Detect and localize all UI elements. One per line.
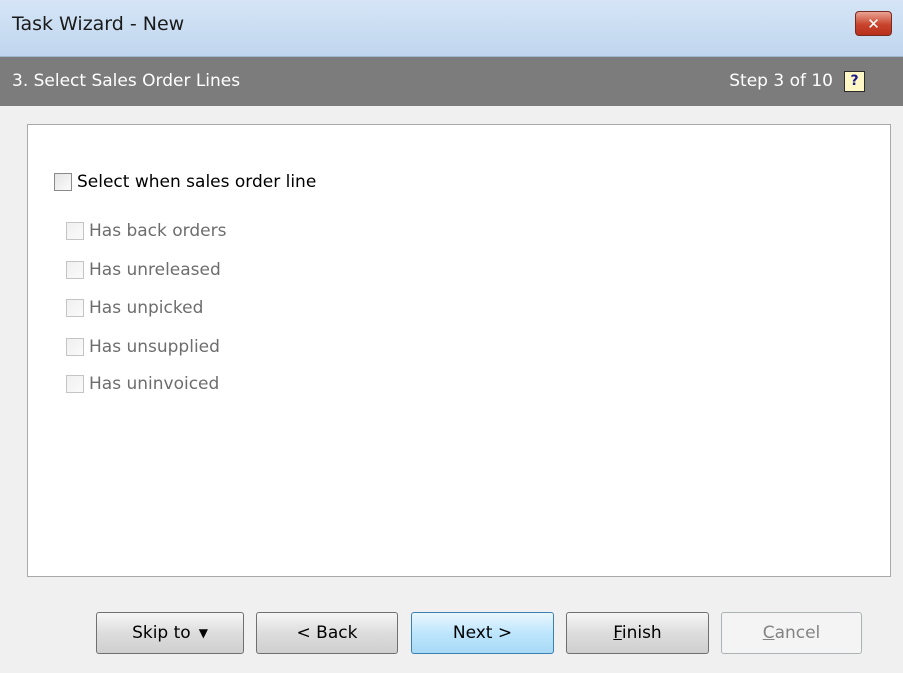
- select-when-sales-order-line-option[interactable]: Select when sales order line: [54, 172, 316, 192]
- has-unpicked-checkbox[interactable]: [66, 299, 84, 317]
- chevron-down-icon: ▼: [198, 626, 208, 640]
- skip-to-button[interactable]: Skip to ▼: [96, 612, 244, 654]
- select-when-sales-order-line-checkbox[interactable]: [54, 173, 72, 191]
- has-unsupplied-checkbox[interactable]: [66, 338, 84, 356]
- finish-button[interactable]: Finish: [566, 612, 709, 654]
- skip-to-label: Skip to: [132, 623, 191, 643]
- next-button[interactable]: Next >: [411, 612, 554, 654]
- select-when-sales-order-line-label: Select when sales order line: [77, 172, 317, 192]
- window-title: Task Wizard - New: [12, 13, 185, 35]
- has-uninvoiced-option[interactable]: Has uninvoiced: [66, 374, 219, 394]
- options-panel: Select when sales order line Has back or…: [27, 124, 891, 577]
- step-counter: Step 3 of 10: [729, 71, 833, 91]
- has-uninvoiced-checkbox[interactable]: [66, 375, 84, 393]
- has-back-orders-checkbox[interactable]: [66, 222, 84, 240]
- close-button[interactable]: ✕: [855, 11, 892, 36]
- close-icon: ✕: [867, 14, 880, 33]
- has-back-orders-label: Has back orders: [89, 221, 227, 241]
- has-unsupplied-label: Has unsupplied: [89, 337, 220, 357]
- help-icon[interactable]: ?: [844, 71, 865, 92]
- cancel-label: Cancel: [762, 623, 821, 643]
- has-unsupplied-option[interactable]: Has unsupplied: [66, 337, 220, 357]
- cancel-button[interactable]: Cancel: [721, 612, 862, 654]
- has-unpicked-label: Has unpicked: [89, 298, 204, 318]
- has-back-orders-option[interactable]: Has back orders: [66, 221, 226, 241]
- has-unreleased-option[interactable]: Has unreleased: [66, 260, 221, 280]
- has-unreleased-checkbox[interactable]: [66, 261, 84, 279]
- has-unreleased-label: Has unreleased: [89, 260, 221, 280]
- has-unpicked-option[interactable]: Has unpicked: [66, 298, 203, 318]
- back-button[interactable]: < Back: [256, 612, 398, 654]
- wizard-step-header: 3. Select Sales Order Lines Step 3 of 10…: [0, 57, 903, 106]
- has-uninvoiced-label: Has uninvoiced: [89, 374, 220, 394]
- back-label: < Back: [296, 623, 358, 643]
- title-bar: Task Wizard - New ✕: [0, 0, 903, 57]
- step-title: 3. Select Sales Order Lines: [12, 71, 241, 91]
- finish-label: Finish: [613, 623, 662, 643]
- next-label: Next >: [452, 623, 513, 643]
